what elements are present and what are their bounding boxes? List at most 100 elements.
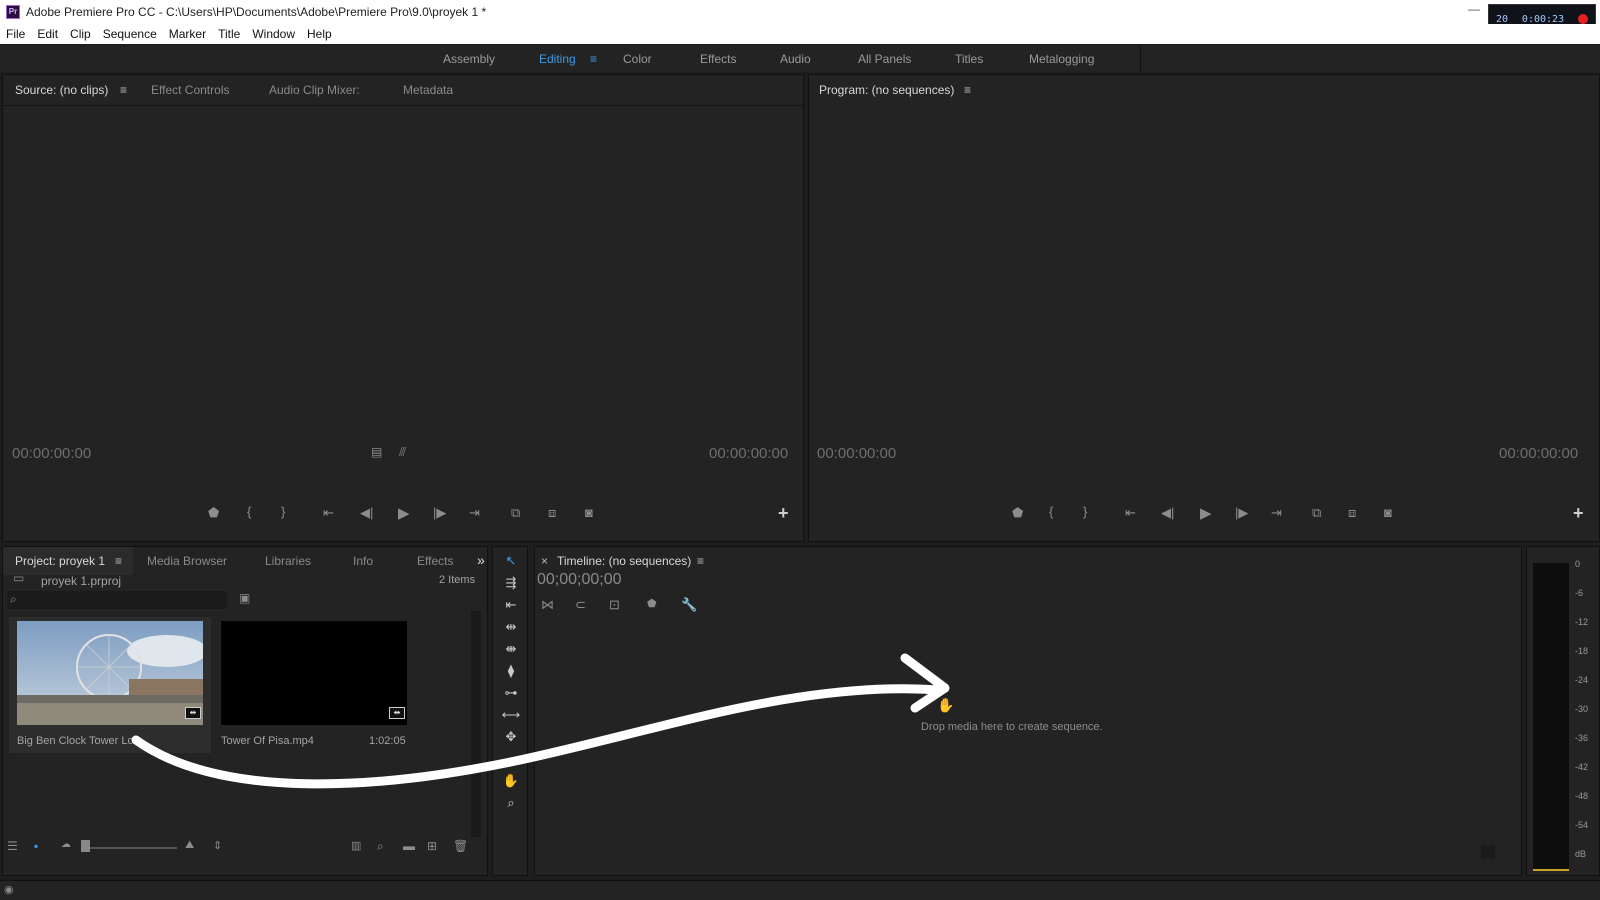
razor-tool-icon[interactable]: ⧫	[501, 663, 521, 681]
project-item-big-ben[interactable]: ⇹ Big Ben Clock Tower Lon...	[9, 617, 211, 753]
source-panel-menu-icon[interactable]: ≡	[120, 83, 127, 97]
program-play-icon[interactable]: ▶	[1200, 504, 1212, 522]
timeline-marker-icon[interactable]: ⬟	[647, 597, 657, 610]
freeform-view-icon[interactable]: ☁	[61, 839, 71, 850]
project-item-tower-of-pisa[interactable]: ⇹ Tower Of Pisa.mp4 1:02:05	[215, 617, 415, 753]
sort-order-icon[interactable]: ⇕	[213, 839, 222, 852]
program-add-marker-icon[interactable]: ⬟	[1012, 505, 1023, 521]
snap-icon[interactable]: ⋈	[541, 597, 554, 613]
new-bin-from-search-icon[interactable]: ▣	[239, 591, 250, 605]
sort-icons-icon[interactable]: ⛰	[185, 839, 194, 852]
drop-audio-icon[interactable]: ⫻	[399, 445, 406, 460]
program-step-back-icon[interactable]: ◀|	[1161, 505, 1174, 521]
extract-icon[interactable]: ⧈	[1348, 505, 1356, 521]
export-frame-camera-icon[interactable]: ◙	[585, 505, 593, 520]
timeline-timecode[interactable]: 00;00;00;00	[537, 571, 622, 589]
project-search-input[interactable]	[7, 591, 227, 609]
selection-tool-icon[interactable]: ↖	[501, 553, 521, 571]
mark-out-icon[interactable]: }	[281, 504, 285, 519]
tab-program[interactable]: Program: (no sequences)	[819, 83, 954, 97]
program-export-frame-camera-icon[interactable]: ◙	[1384, 505, 1392, 520]
workspace-metalogging[interactable]: Metalogging	[1029, 52, 1094, 66]
lift-icon[interactable]: ⧉	[1312, 505, 1321, 521]
status-eye-icon[interactable]: ◉	[4, 883, 14, 896]
tab-audio-clip-mixer[interactable]: Audio Clip Mixer:	[269, 83, 360, 97]
menu-marker[interactable]: Marker	[163, 27, 212, 41]
overwrite-icon[interactable]: ⧈	[548, 505, 556, 521]
program-go-to-in-icon[interactable]: ⇤	[1125, 505, 1136, 521]
menu-file[interactable]: File	[0, 27, 31, 41]
zoom-slider-handle[interactable]	[81, 840, 90, 852]
tab-metadata[interactable]: Metadata	[403, 83, 453, 97]
track-select-tool-icon[interactable]: ⇶	[501, 575, 521, 593]
project-scrollbar[interactable]	[471, 611, 481, 837]
tab-effects[interactable]: Effects	[417, 554, 453, 568]
find-icon[interactable]: ⌕	[377, 839, 384, 854]
mark-in-icon[interactable]: {	[247, 504, 251, 519]
source-timecode-current[interactable]: 00:00:00:00	[12, 445, 91, 462]
button-editor-plus-icon[interactable]: +	[778, 503, 789, 524]
clear-trash-icon[interactable]: 🗑	[453, 839, 468, 853]
program-go-to-out-icon[interactable]: ⇥	[1271, 505, 1282, 521]
insert-icon[interactable]: ⧉	[511, 505, 520, 521]
workspace-editing[interactable]: Editing	[539, 52, 576, 66]
icon-view-icon[interactable]: ▪	[34, 839, 38, 853]
program-step-forward-icon[interactable]: |▶	[1235, 505, 1248, 521]
record-icon[interactable]	[1578, 14, 1588, 24]
add-marker-icon[interactable]: ⬟	[208, 505, 219, 521]
new-item-icon[interactable]: ⊞	[427, 839, 437, 853]
go-to-in-icon[interactable]: ⇤	[323, 505, 334, 521]
tab-libraries[interactable]: Libraries	[265, 554, 311, 568]
tab-info[interactable]: Info	[353, 554, 373, 568]
program-timecode-current[interactable]: 00:00:00:00	[817, 445, 896, 462]
linked-selection-icon[interactable]: ⊂	[575, 597, 586, 613]
tab-source[interactable]: Source: (no clips)	[15, 83, 108, 97]
menu-edit[interactable]: Edit	[31, 27, 64, 41]
workspace-effects[interactable]: Effects	[700, 52, 736, 66]
program-mark-out-icon[interactable]: }	[1083, 504, 1087, 519]
tab-effect-controls[interactable]: Effect Controls	[151, 83, 229, 97]
timeline-scroll-corner[interactable]	[1481, 845, 1495, 859]
workspace-all-panels[interactable]: All Panels	[858, 52, 911, 66]
slip-tool-icon[interactable]: ⊶	[501, 685, 521, 703]
automate-to-sequence-icon[interactable]: ▥	[351, 839, 361, 852]
list-view-icon[interactable]: ☰	[7, 839, 18, 853]
project-panel-menu-icon[interactable]: ≡	[115, 554, 122, 568]
ripple-edit-tool-icon[interactable]: ⇤	[501, 597, 521, 615]
menu-window[interactable]: Window	[246, 27, 301, 41]
menu-clip[interactable]: Clip	[64, 27, 97, 41]
zoom-tool-icon[interactable]: ⌕	[501, 795, 521, 813]
pen-tool-icon[interactable]: ✥	[501, 729, 521, 747]
menu-title[interactable]: Title	[212, 27, 246, 41]
program-mark-in-icon[interactable]: {	[1049, 504, 1053, 519]
menu-help[interactable]: Help	[301, 27, 338, 41]
zoom-slider[interactable]	[85, 847, 177, 849]
tab-timeline[interactable]: Timeline: (no sequences)	[557, 554, 691, 568]
slide-tool-icon[interactable]: ⟷	[501, 707, 521, 725]
add-marker-timeline-icon[interactable]: ⊡	[609, 597, 620, 613]
hand-tool-icon[interactable]: ✋	[501, 773, 521, 791]
workspace-assembly[interactable]: Assembly	[443, 52, 495, 66]
minimize-button[interactable]: —	[1468, 2, 1480, 16]
tab-project[interactable]: Project: proyek 1	[15, 554, 105, 568]
new-bin-icon[interactable]: ▬	[403, 839, 415, 853]
program-panel-menu-icon[interactable]: ≡	[964, 83, 971, 97]
play-icon[interactable]: ▶	[398, 504, 410, 522]
timeline-settings-wrench-icon[interactable]: 🔧	[681, 597, 697, 613]
step-back-icon[interactable]: ◀|	[360, 505, 373, 521]
rolling-edit-tool-icon[interactable]: ⇹	[501, 619, 521, 637]
program-button-editor-plus-icon[interactable]: +	[1573, 503, 1584, 524]
menu-sequence[interactable]: Sequence	[97, 27, 163, 41]
panel-overflow-icon[interactable]: »	[477, 552, 485, 568]
workspace-color[interactable]: Color	[623, 52, 652, 66]
timeline-panel-menu-icon[interactable]: ≡	[697, 554, 704, 568]
timeline-close-icon[interactable]: ×	[541, 554, 548, 568]
workspace-titles[interactable]: Titles	[955, 52, 983, 66]
drop-video-icon[interactable]: ▤	[371, 445, 382, 459]
workspace-audio[interactable]: Audio	[780, 52, 811, 66]
go-to-out-icon[interactable]: ⇥	[469, 505, 480, 521]
tab-media-browser[interactable]: Media Browser	[147, 554, 227, 568]
workspace-menu-icon[interactable]: ≡	[590, 52, 597, 66]
rate-stretch-tool-icon[interactable]: ⇼	[501, 641, 521, 659]
step-forward-icon[interactable]: |▶	[433, 505, 446, 521]
